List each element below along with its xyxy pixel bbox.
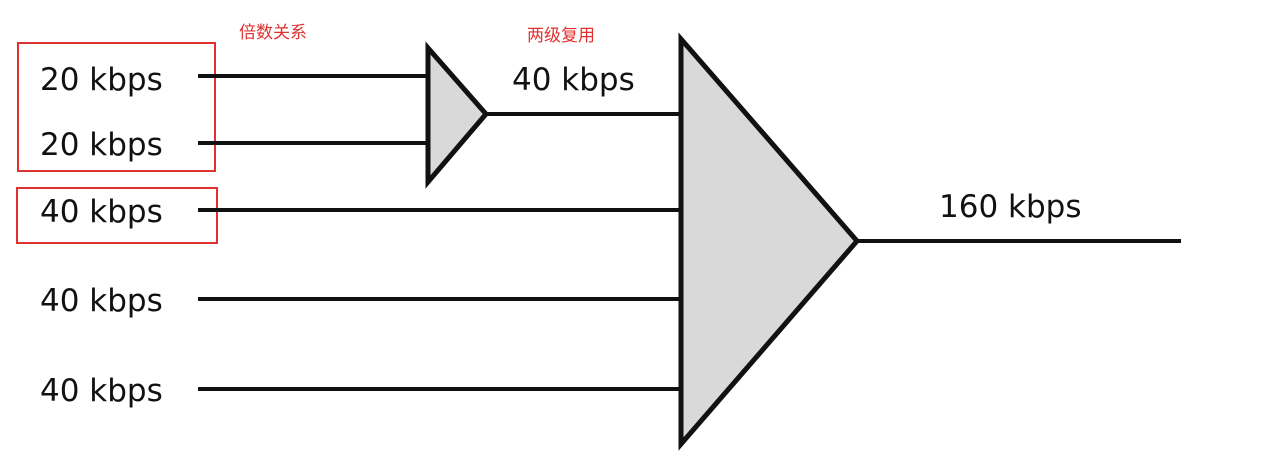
- intermediate-rate-label: 40 kbps: [512, 62, 635, 98]
- input-label-1: 20 kbps: [40, 62, 163, 98]
- input-label-4: 40 kbps: [40, 283, 163, 319]
- input-label-3: 40 kbps: [40, 194, 163, 230]
- annotation-multiple-relation: 倍数关系: [239, 23, 307, 43]
- annotation-two-level-multiplexing: 两级复用: [527, 26, 595, 46]
- second-level-multiplexer: [678, 32, 861, 451]
- input-label-2: 20 kbps: [40, 127, 163, 163]
- multiplexing-diagram: 倍数关系 两级复用 20 kbps 20 kbps 40 kbps 40 kbp…: [16, 23, 1181, 451]
- output-rate-label: 160 kbps: [939, 189, 1081, 225]
- first-level-multiplexer: [425, 41, 490, 189]
- input-label-5: 40 kbps: [40, 373, 163, 409]
